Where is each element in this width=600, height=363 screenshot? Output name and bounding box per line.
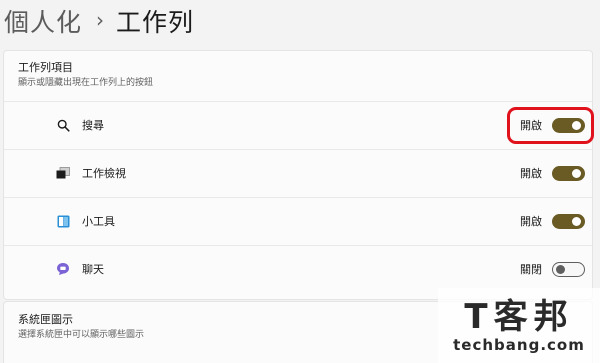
breadcrumb: 個人化 › 工作列 — [0, 0, 600, 42]
toggle-state-label: 開啟 — [520, 215, 542, 228]
page-title: 工作列 — [116, 8, 195, 37]
highlight-annotation — [507, 107, 594, 144]
taskbar-items-panel: 工作列項目 顯示或隱藏出現在工作列上的按鈕 搜尋 開啟 工作檢視 開啟 小工具 … — [3, 50, 593, 300]
toggle-knob — [572, 216, 581, 226]
watermark-logo: T客邦 — [464, 296, 574, 337]
setting-row-widgets: 小工具 開啟 — [4, 197, 592, 244]
breadcrumb-parent[interactable]: 個人化 — [4, 3, 82, 39]
chat-icon — [55, 261, 71, 277]
search-icon — [55, 117, 71, 133]
toggle-state-label: 開啟 — [520, 167, 542, 180]
watermark: T客邦 techbang.com — [438, 288, 600, 363]
toggle-knob — [572, 168, 581, 178]
setting-label: 聊天 — [82, 263, 104, 276]
watermark-site: techbang.com — [453, 335, 585, 354]
setting-row-task-view: 工作檢視 開啟 — [4, 149, 592, 196]
widgets-icon — [55, 213, 71, 229]
toggle-state-label: 關閉 — [520, 263, 542, 276]
breadcrumb-separator: › — [96, 8, 105, 32]
taskbar-items-header[interactable]: 工作列項目 顯示或隱藏出現在工作列上的按鈕 — [4, 51, 592, 101]
toggle-knob — [556, 264, 565, 274]
chat-toggle[interactable] — [552, 261, 585, 277]
section-title: 工作列項目 — [18, 61, 73, 74]
section-description: 顯示或隱藏出現在工作列上的按鈕 — [18, 78, 154, 88]
setting-row-chat: 聊天 關閉 — [4, 245, 592, 292]
setting-label: 小工具 — [82, 215, 115, 228]
setting-row-search: 搜尋 開啟 — [4, 101, 592, 148]
setting-label: 工作檢視 — [82, 167, 126, 180]
setting-label: 搜尋 — [82, 119, 104, 132]
task-view-toggle[interactable] — [552, 165, 585, 181]
task-view-icon — [55, 165, 71, 181]
widgets-toggle[interactable] — [552, 213, 585, 229]
